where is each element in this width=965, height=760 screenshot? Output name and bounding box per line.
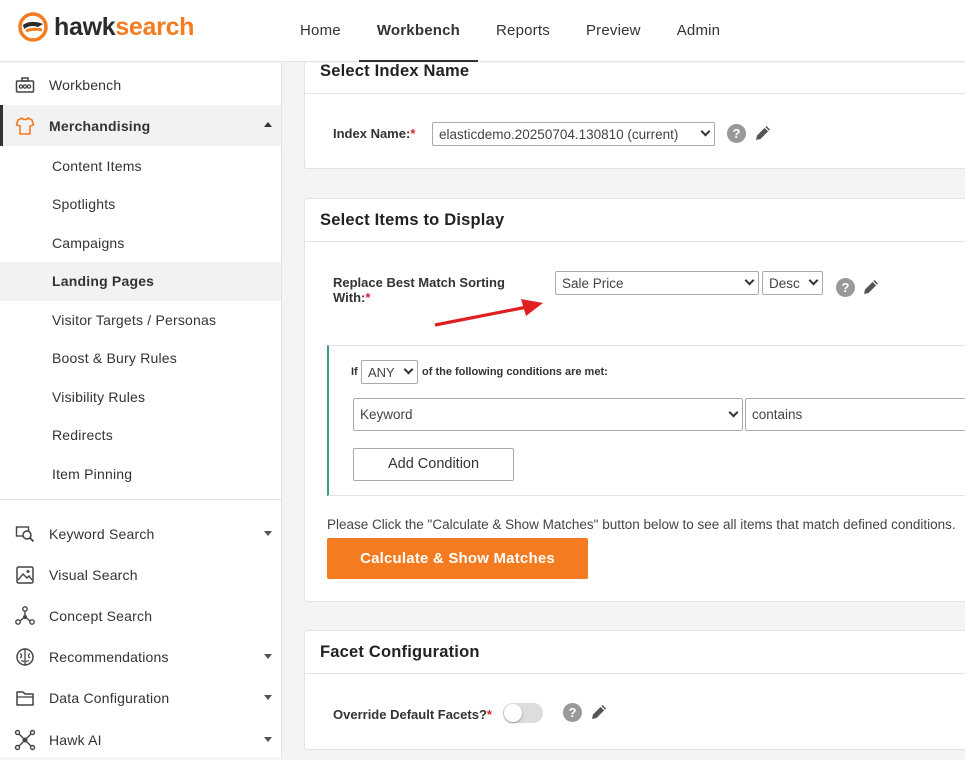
keyword-search-icon bbox=[13, 522, 37, 546]
sidebar-item-hawk-ai[interactable]: Hawk AI bbox=[0, 719, 281, 760]
chevron-down-icon bbox=[403, 364, 414, 375]
sidebar: Workbench Merchandising Content Items Sp… bbox=[0, 63, 282, 757]
sidebar-item-visual-search[interactable]: Visual Search bbox=[0, 554, 281, 595]
hawk-ai-icon bbox=[13, 728, 37, 752]
chevron-down-icon[interactable] bbox=[264, 531, 272, 536]
help-icon[interactable]: ? bbox=[836, 278, 855, 297]
sidebar-item-label: Keyword Search bbox=[49, 525, 155, 542]
chevron-down-icon bbox=[808, 275, 819, 286]
sidebar-item-recommendations[interactable]: Recommendations bbox=[0, 636, 281, 677]
sidebar-subitem-visitor-targets[interactable]: Visitor Targets / Personas bbox=[0, 301, 281, 340]
condition-prefix: If bbox=[351, 366, 358, 378]
sidebar-item-label: Visual Search bbox=[49, 566, 138, 583]
chevron-down-icon bbox=[700, 126, 711, 137]
chevron-up-icon[interactable] bbox=[264, 122, 272, 127]
pencil-icon[interactable] bbox=[861, 277, 881, 297]
sidebar-item-keyword-search[interactable]: Keyword Search bbox=[0, 513, 281, 554]
condition-suffix: of the following conditions are met: bbox=[422, 366, 608, 378]
facet-card-title: Facet Configuration bbox=[305, 631, 965, 674]
condition-operator-select[interactable]: contains bbox=[745, 398, 965, 431]
override-facets-label: Override Default Facets?* bbox=[333, 707, 492, 722]
sidebar-item-label: Hawk AI bbox=[49, 731, 102, 748]
chevron-down-icon[interactable] bbox=[264, 695, 272, 700]
add-condition-button[interactable]: Add Condition bbox=[353, 448, 514, 481]
sidebar-item-label: Recommendations bbox=[49, 648, 169, 665]
items-card-title: Select Items to Display bbox=[305, 199, 965, 242]
sidebar-item-data-configuration[interactable]: Data Configuration bbox=[0, 677, 281, 718]
override-facets-toggle[interactable] bbox=[503, 703, 543, 723]
sidebar-item-label: Data Configuration bbox=[49, 689, 170, 706]
toolbox-icon bbox=[13, 73, 37, 97]
sidebar-divider bbox=[0, 499, 281, 500]
pencil-icon[interactable] bbox=[753, 123, 773, 143]
help-icon[interactable]: ? bbox=[563, 703, 582, 722]
nav-reports[interactable]: Reports bbox=[478, 0, 568, 62]
sidebar-item-concept-search[interactable]: Concept Search bbox=[0, 595, 281, 636]
condition-field-select[interactable]: Keyword bbox=[353, 398, 743, 431]
folder-icon bbox=[13, 686, 37, 710]
shirt-icon bbox=[13, 114, 37, 138]
main-nav: Home Workbench Reports Preview Admin bbox=[282, 0, 738, 62]
nav-preview[interactable]: Preview bbox=[568, 0, 659, 62]
brain-icon bbox=[13, 645, 37, 669]
sort-order-select[interactable]: Desc bbox=[762, 271, 823, 295]
items-card: Select Items to Display Replace Best Mat… bbox=[304, 198, 965, 602]
chevron-down-icon bbox=[728, 407, 739, 417]
calculate-instruction: Please Click the "Calculate & Show Match… bbox=[327, 517, 956, 532]
sidebar-subitem-item-pinning[interactable]: Item Pinning bbox=[0, 455, 281, 494]
logo-wordmark: hawksearch bbox=[54, 12, 195, 41]
hawk-logo-icon bbox=[18, 12, 48, 42]
sidebar-subitem-visibility-rules[interactable]: Visibility Rules bbox=[0, 378, 281, 417]
index-name-select[interactable]: elasticdemo.20250704.130810 (current) bbox=[432, 122, 715, 146]
network-icon bbox=[13, 604, 37, 628]
sidebar-subitem-spotlights[interactable]: Spotlights bbox=[0, 185, 281, 224]
main-content: Select Index Name Index Name:* elasticde… bbox=[282, 63, 965, 757]
red-arrow-annotation bbox=[434, 299, 543, 327]
calculate-show-matches-button[interactable]: Calculate & Show Matches bbox=[327, 538, 588, 579]
sidebar-item-workbench[interactable]: Workbench bbox=[0, 64, 281, 105]
nav-admin[interactable]: Admin bbox=[659, 0, 739, 62]
pencil-icon[interactable] bbox=[589, 702, 609, 722]
sidebar-item-label: Workbench bbox=[49, 76, 122, 93]
index-card: Select Index Name Index Name:* elasticde… bbox=[304, 63, 965, 169]
condition-match-select[interactable]: ANY bbox=[361, 360, 418, 384]
index-name-label: Index Name:* bbox=[333, 126, 416, 141]
chevron-down-icon bbox=[744, 275, 755, 286]
sidebar-subitem-redirects[interactable]: Redirects bbox=[0, 416, 281, 455]
chevron-down-icon[interactable] bbox=[264, 654, 272, 659]
nav-home[interactable]: Home bbox=[282, 0, 359, 62]
sidebar-subitem-landing-pages[interactable]: Landing Pages bbox=[0, 262, 281, 301]
facet-card: Facet Configuration Override Default Fac… bbox=[304, 630, 965, 750]
sidebar-subitem-campaigns[interactable]: Campaigns bbox=[0, 224, 281, 263]
sidebar-item-label: Merchandising bbox=[49, 117, 151, 134]
image-icon bbox=[13, 563, 37, 587]
sidebar-subitem-content-items[interactable]: Content Items bbox=[0, 147, 281, 186]
top-header: hawksearch Home Workbench Reports Previe… bbox=[0, 0, 965, 62]
toggle-knob bbox=[504, 704, 522, 722]
sidebar-item-merchandising[interactable]: Merchandising bbox=[0, 105, 281, 146]
sidebar-item-label: Concept Search bbox=[49, 607, 153, 624]
help-icon[interactable]: ? bbox=[727, 124, 746, 143]
nav-workbench[interactable]: Workbench bbox=[358, 0, 479, 62]
sidebar-subitem-boost-bury[interactable]: Boost & Bury Rules bbox=[0, 339, 281, 378]
conditions-box: If ANY of the following conditions are m… bbox=[327, 345, 965, 496]
sort-field-select[interactable]: Sale Price bbox=[555, 271, 759, 295]
hawksearch-logo[interactable]: hawksearch bbox=[18, 12, 194, 42]
chevron-down-icon[interactable] bbox=[264, 737, 272, 742]
index-card-title: Select Index Name bbox=[305, 63, 965, 94]
